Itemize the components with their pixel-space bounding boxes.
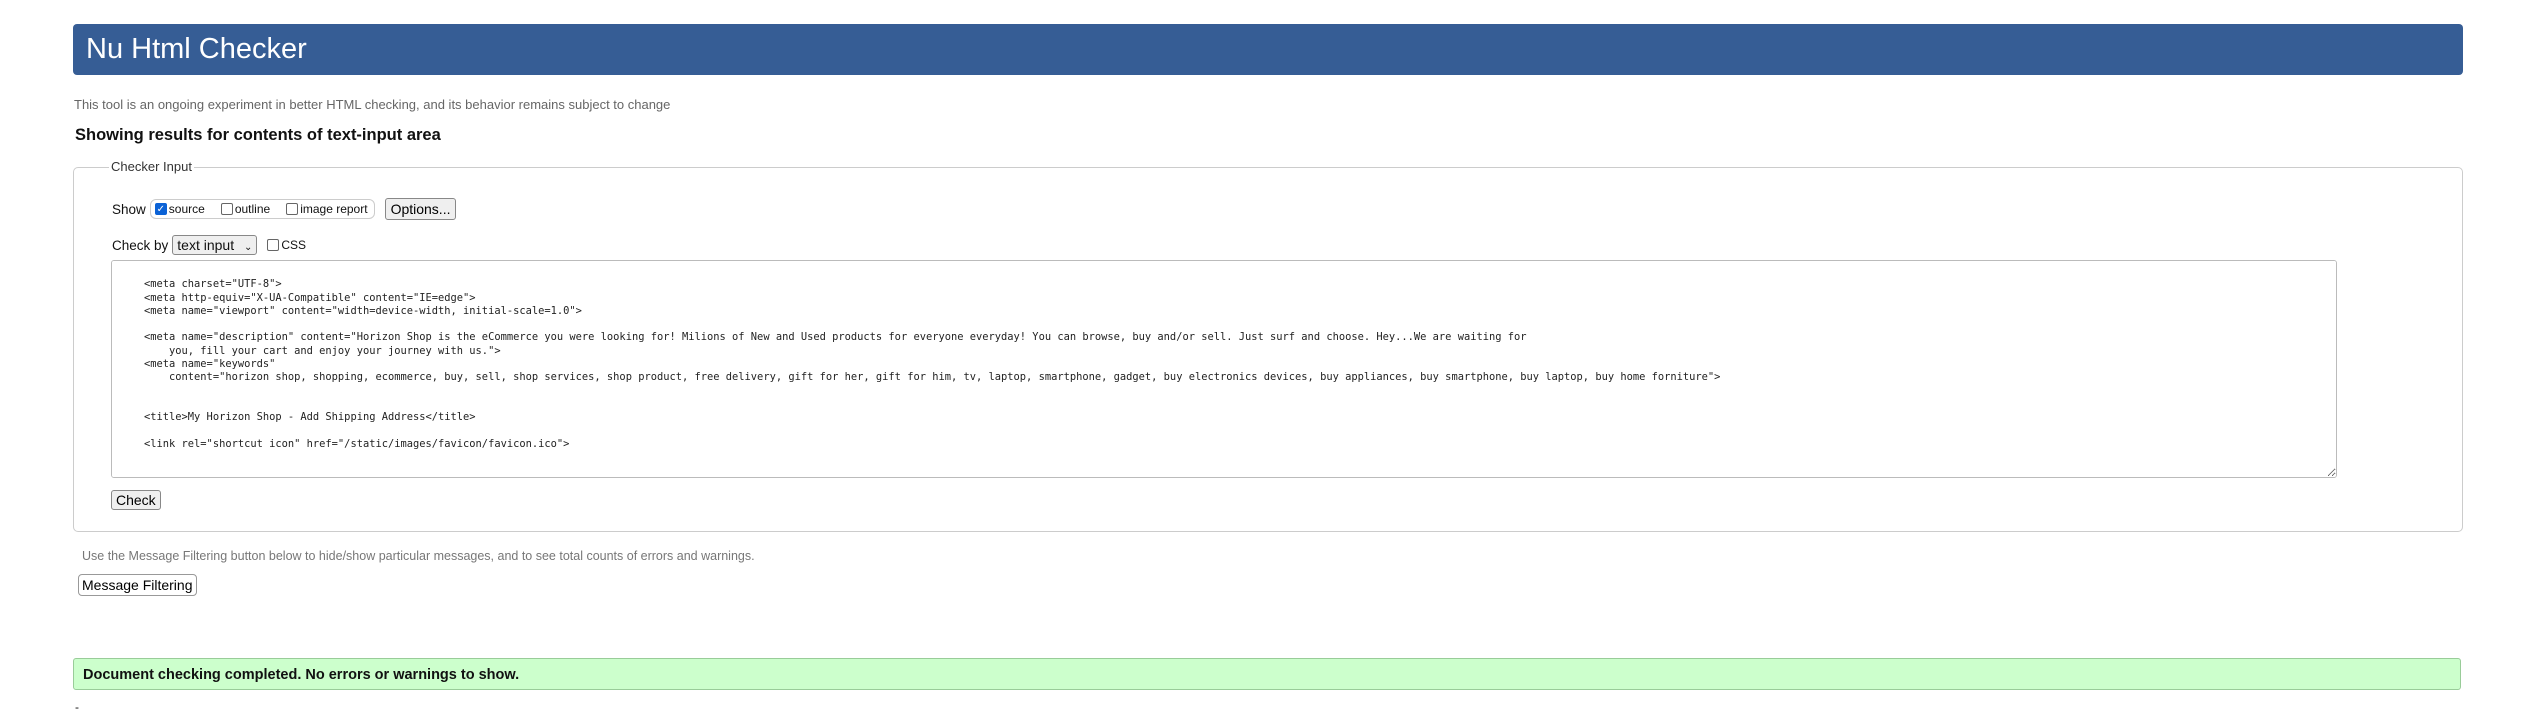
show-label: Show	[112, 201, 146, 217]
check-by-label: Check by	[112, 237, 169, 253]
options-button[interactable]: Options...	[384, 198, 457, 220]
success-message: Document checking completed. No errors o…	[73, 658, 2461, 690]
trailing-mark: -	[75, 700, 79, 714]
checker-input-legend: Checker Input	[109, 159, 194, 174]
css-checkbox[interactable]	[267, 239, 280, 251]
show-options-group: ✓ source outline image report	[149, 199, 375, 219]
check-by-row: Check by text input ⌄ CSS	[112, 235, 306, 255]
message-filtering-hint: Use the Message Filtering button below t…	[82, 549, 755, 563]
outline-label[interactable]: outline	[235, 202, 270, 216]
source-textarea[interactable]: <meta charset="UTF-8"> <meta http-equiv=…	[111, 260, 2337, 478]
check-button[interactable]: Check	[111, 490, 161, 510]
check-by-value: text input	[177, 237, 235, 253]
check-by-select[interactable]: text input ⌄	[172, 235, 258, 255]
image-report-checkbox[interactable]	[286, 203, 299, 215]
outline-checkbox[interactable]	[220, 203, 233, 215]
checker-input-fieldset: Checker Input Show ✓ source outline imag…	[73, 159, 2463, 532]
app-title: Nu Html Checker	[86, 33, 307, 65]
message-filtering-button[interactable]: Message Filtering	[78, 574, 197, 596]
source-checkbox[interactable]: ✓	[154, 203, 167, 215]
show-row: Show ✓ source outline image report Optio…	[112, 198, 457, 220]
chevron-down-icon: ⌄	[244, 242, 253, 253]
image-report-label[interactable]: image report	[300, 202, 367, 216]
app-header: Nu Html Checker	[73, 24, 2463, 75]
results-heading: Showing results for contents of text-inp…	[75, 126, 441, 144]
tagline: This tool is an ongoing experiment in be…	[74, 97, 671, 112]
source-label[interactable]: source	[169, 202, 205, 216]
css-label[interactable]: CSS	[281, 238, 306, 252]
